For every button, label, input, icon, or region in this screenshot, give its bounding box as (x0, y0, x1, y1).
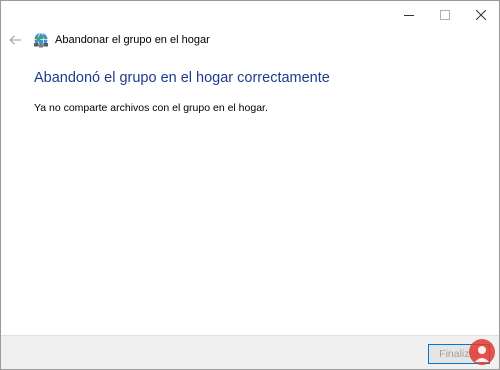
title-bar (1, 1, 499, 29)
page-heading: Abandonó el grupo en el hogar correctame… (34, 70, 330, 86)
maximize-icon (440, 10, 450, 20)
window-controls (391, 1, 499, 29)
wizard-footer: Finalizar (1, 335, 499, 369)
close-icon (476, 10, 486, 20)
close-button[interactable] (463, 1, 499, 29)
arrow-left-icon (9, 35, 21, 45)
homegroup-wizard-window: Abandonar el grupo en el hogar Abandonó … (0, 0, 500, 370)
back-button[interactable] (4, 29, 26, 51)
minimize-icon (404, 15, 414, 16)
minimize-button[interactable] (391, 1, 427, 29)
wizard-title: Abandonar el grupo en el hogar (55, 34, 210, 46)
status-message: Ya no comparte archivos con el grupo en … (34, 102, 268, 114)
wizard-nav-bar: Abandonar el grupo en el hogar (1, 29, 499, 51)
homegroup-icon (33, 32, 49, 48)
watermark-logo (469, 339, 495, 365)
wizard-content: Abandonó el grupo en el hogar correctame… (34, 70, 479, 114)
maximize-button[interactable] (427, 1, 463, 29)
